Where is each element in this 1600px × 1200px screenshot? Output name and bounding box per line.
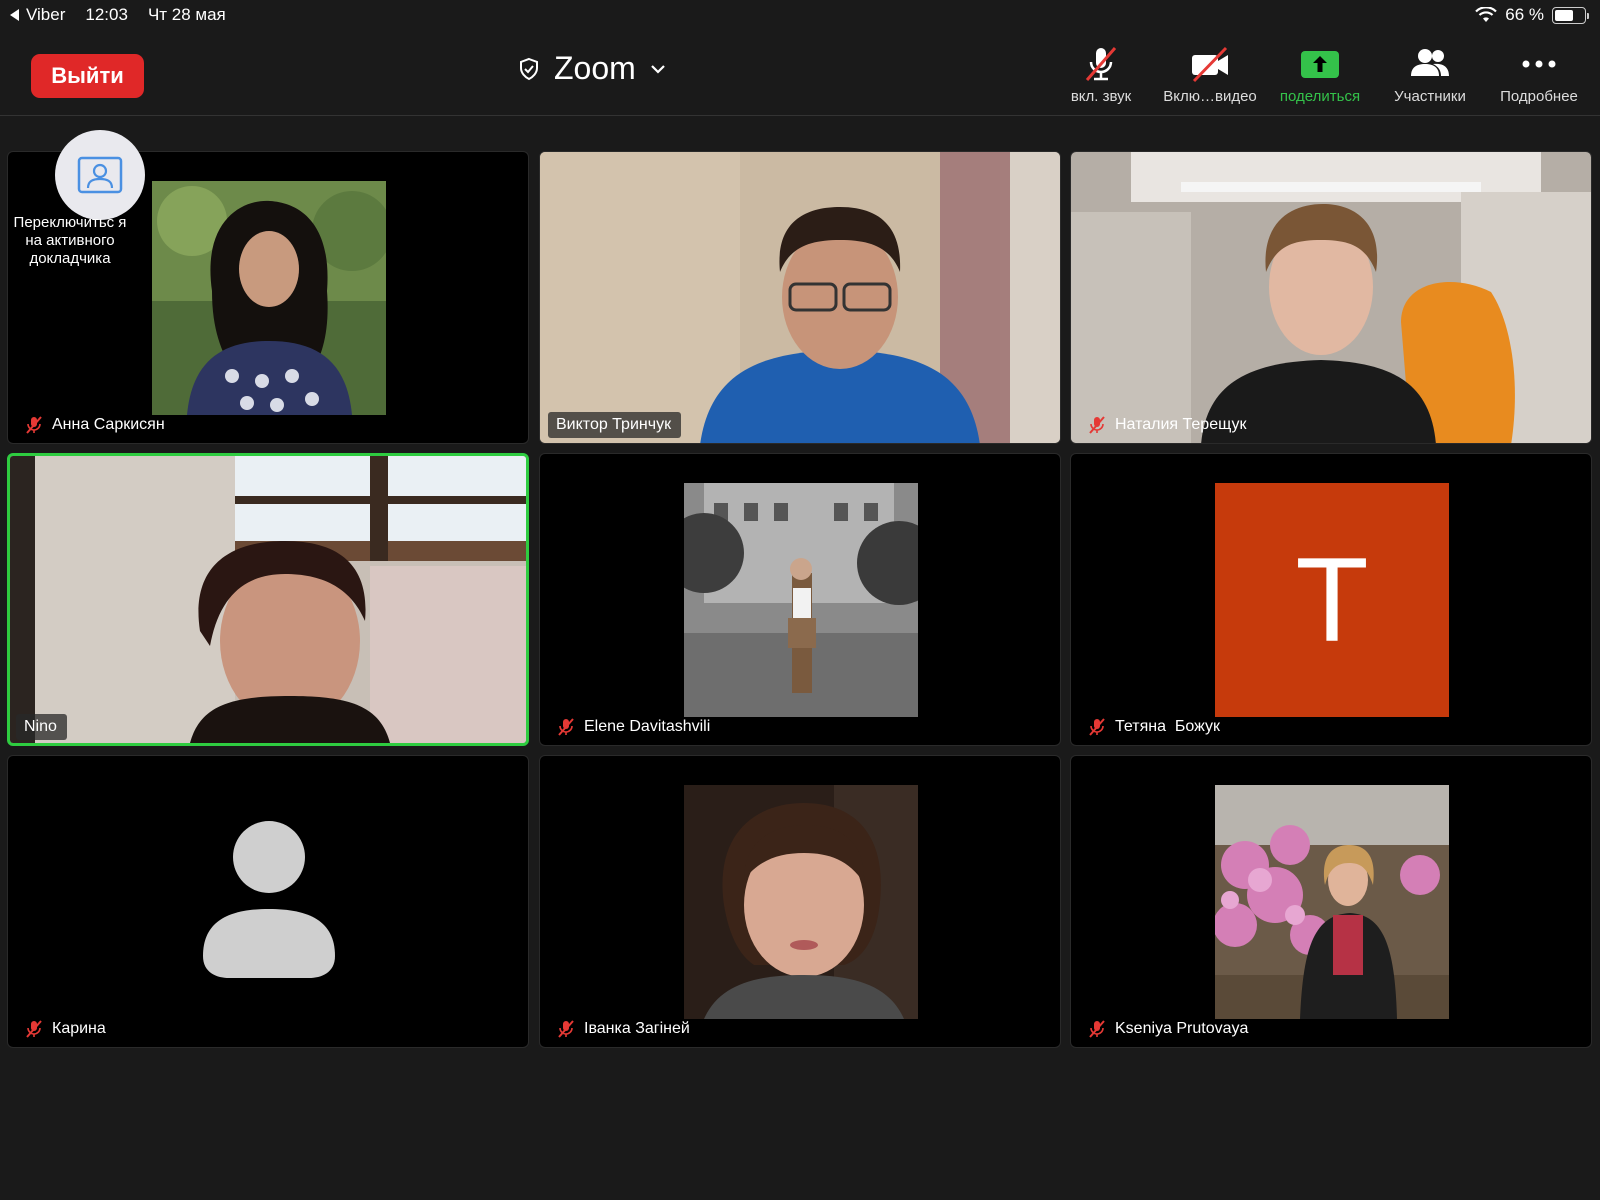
date: Чт 28 мая xyxy=(147,5,226,24)
name-tag: Наталия Терещук xyxy=(1079,412,1256,438)
profile-photo xyxy=(152,181,386,415)
default-avatar-icon xyxy=(203,821,335,978)
more-button[interactable]: Подробнее xyxy=(1484,44,1594,105)
back-to-app[interactable]: Viber xyxy=(10,5,65,25)
participant-name: Анна Саркисян xyxy=(52,416,165,433)
participant-name: Тетяна Божук xyxy=(1115,718,1220,735)
participant-tile[interactable]: Elene Davitashvili xyxy=(539,453,1061,746)
meeting-title[interactable]: Zoom xyxy=(518,50,666,87)
microphone-muted-icon xyxy=(1085,47,1117,81)
avatar-initial: T xyxy=(1295,533,1369,667)
meeting-toolbar: Выйти Zoom вкл. звук Вклю…видео поделить… xyxy=(0,30,1600,116)
leave-button[interactable]: Выйти xyxy=(31,54,144,98)
name-tag: Виктор Тринчук xyxy=(548,412,682,438)
share-button[interactable]: поделиться xyxy=(1265,44,1375,105)
wifi-icon xyxy=(1475,7,1498,22)
more-label: Подробнее xyxy=(1500,88,1578,105)
participant-tile[interactable]: Виктор Тринчук xyxy=(539,151,1061,444)
participant-tile[interactable]: Kseniya Prutovaya xyxy=(1070,755,1592,1048)
initial-avatar: T xyxy=(1215,483,1449,717)
participant-tile[interactable]: Іванка Загіней xyxy=(539,755,1061,1048)
status-bar: Viber 12:03 Чт 28 мая 66 % xyxy=(0,0,1600,30)
profile-photo xyxy=(684,483,918,717)
camera-off-icon xyxy=(1192,46,1228,83)
participants-icon xyxy=(1411,49,1449,76)
participant-tile[interactable]: T Тетяна Божук xyxy=(1070,453,1592,746)
participant-tile[interactable]: Карина xyxy=(7,755,529,1048)
more-icon xyxy=(1522,60,1556,68)
name-tag: Nino xyxy=(16,714,67,740)
name-tag: Карина xyxy=(16,1016,116,1042)
back-app-label: Viber xyxy=(26,5,66,24)
muted-mic-icon xyxy=(26,1020,42,1038)
participants-label: Участники xyxy=(1394,88,1466,105)
participant-name: Elene Davitashvili xyxy=(584,718,711,735)
start-video-label: Вклю…видео xyxy=(1163,88,1257,105)
share-label: поделиться xyxy=(1279,88,1361,105)
profile-photo xyxy=(684,785,918,1019)
muted-mic-icon xyxy=(26,416,42,434)
start-video-button[interactable]: Вклю…видео xyxy=(1155,44,1265,105)
switch-to-active-speaker-button[interactable] xyxy=(55,130,145,220)
name-tag: Тетяна Божук xyxy=(1079,714,1230,740)
muted-mic-icon xyxy=(1089,718,1105,736)
battery-level xyxy=(1555,9,1574,21)
participant-name: Іванка Загіней xyxy=(584,1020,690,1037)
participant-tile-active-speaker[interactable]: Nino xyxy=(7,453,529,746)
speaker-view-icon xyxy=(77,156,123,194)
battery-icon xyxy=(1552,6,1589,24)
muted-mic-icon xyxy=(558,1020,574,1038)
share-screen-icon xyxy=(1301,51,1339,78)
participant-video xyxy=(540,152,1060,443)
title-label: Zoom xyxy=(554,50,636,86)
name-tag: Анна Саркисян xyxy=(16,412,175,438)
participant-name: Nino xyxy=(24,718,57,735)
clock: 12:03 xyxy=(85,5,128,24)
participants-button[interactable]: Участники xyxy=(1375,44,1485,105)
participant-video xyxy=(1071,152,1591,443)
chevron-down-icon xyxy=(651,64,665,74)
profile-photo xyxy=(1215,785,1449,1019)
participant-name: Kseniya Prutovaya xyxy=(1115,1020,1249,1037)
unmute-label: вкл. звук xyxy=(1070,88,1132,105)
shield-icon xyxy=(520,57,538,80)
muted-mic-icon xyxy=(1089,1020,1105,1038)
participant-video xyxy=(10,456,526,743)
unmute-button[interactable]: вкл. звук xyxy=(1046,44,1156,105)
switch-to-active-speaker-label: Переключитьс я на активного докладчика xyxy=(13,214,127,267)
battery-percent: 66 % xyxy=(1505,5,1544,24)
participant-name: Карина xyxy=(52,1020,106,1037)
name-tag: Kseniya Prutovaya xyxy=(1079,1016,1258,1042)
participant-name: Виктор Тринчук xyxy=(556,416,672,433)
name-tag: Іванка Загіней xyxy=(548,1016,700,1042)
name-tag: Elene Davitashvili xyxy=(548,714,720,740)
participant-tile[interactable]: Наталия Терещук xyxy=(1070,151,1592,444)
muted-mic-icon xyxy=(558,718,574,736)
muted-mic-icon xyxy=(1089,416,1105,434)
back-triangle-icon xyxy=(10,9,19,21)
participant-name: Наталия Терещук xyxy=(1115,416,1247,433)
